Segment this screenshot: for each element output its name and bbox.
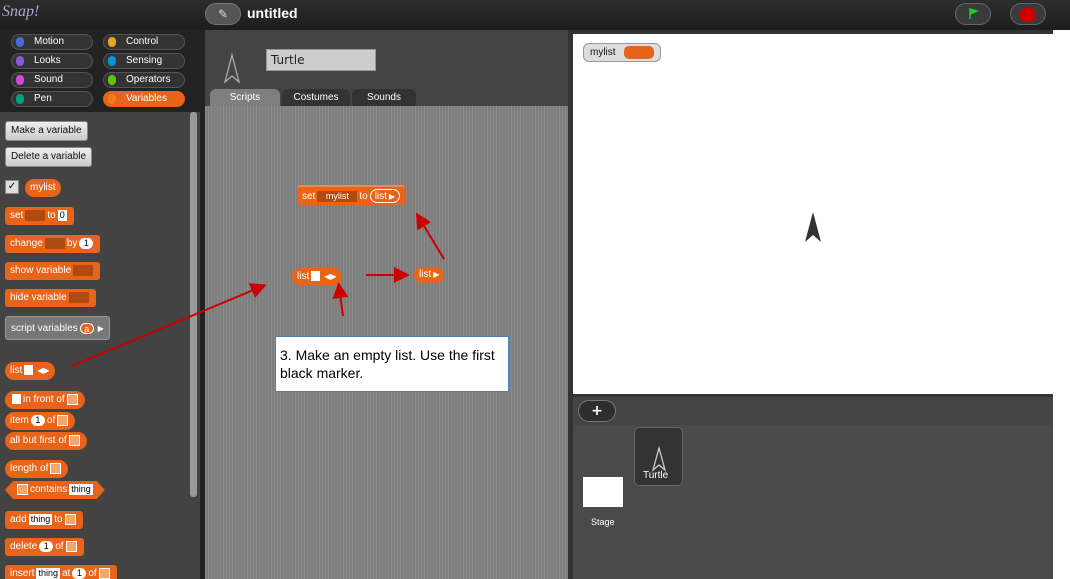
list-reporter-script[interactable]: list ◀▶	[292, 268, 342, 286]
hide-variable-block[interactable]: hide variable	[5, 289, 96, 307]
project-menu-button[interactable]: ✎	[205, 3, 241, 25]
category-motion[interactable]: Motion	[11, 34, 93, 50]
make-variable-button[interactable]: Make a variable	[5, 121, 88, 141]
category-looks[interactable]: Looks	[11, 53, 93, 69]
turtle-icon	[222, 52, 242, 86]
item-of-reporter[interactable]: item 1 of	[5, 412, 76, 430]
script-variables-block[interactable]: script variables a ▶	[5, 316, 110, 340]
show-variable-block[interactable]: show variable	[5, 262, 101, 280]
list-reporter-empty[interactable]: list ▶	[414, 267, 445, 283]
turtle-sprite-icon[interactable]	[803, 211, 823, 243]
category-operators[interactable]: Operators	[103, 72, 185, 88]
add-block[interactable]: add thing to	[5, 511, 83, 529]
right-margin	[1053, 30, 1070, 579]
mylist-reporter[interactable]: mylist	[25, 179, 61, 197]
delete-block[interactable]: delete 1 of	[5, 538, 84, 556]
change-block[interactable]: change by 1	[5, 235, 101, 253]
tab-costumes[interactable]: Costumes	[282, 89, 350, 106]
insert-block[interactable]: insert thing at 1 of	[5, 565, 117, 579]
stage-thumbnail[interactable]	[583, 477, 623, 507]
set-mylist-block[interactable]: set mylist to list ▶	[297, 185, 406, 205]
stop-button[interactable]	[1010, 3, 1046, 25]
all-but-first-reporter[interactable]: all but first of	[5, 432, 87, 450]
set-block[interactable]: set to 0	[5, 207, 74, 225]
in-front-of-reporter[interactable]: in front of	[5, 391, 85, 409]
green-flag-icon	[969, 8, 980, 19]
project-title: untitled	[247, 5, 298, 21]
add-sprite-button[interactable]: +	[578, 400, 616, 422]
tab-sounds[interactable]: Sounds	[352, 89, 416, 106]
mylist-watcher[interactable]: mylist	[583, 43, 661, 62]
tab-scripts[interactable]: Scripts	[210, 89, 280, 106]
snap-logo[interactable]: Snap!	[2, 3, 52, 27]
category-sensing[interactable]: Sensing	[103, 53, 185, 69]
turtle-thumb-icon	[651, 445, 667, 472]
category-pen[interactable]: Pen	[11, 91, 93, 107]
stage-label: Stage	[591, 517, 615, 527]
contains-predicate[interactable]: contains thing	[5, 481, 105, 499]
sprite-name-field[interactable]: Turtle	[266, 49, 376, 71]
sprite-label: Turtle	[643, 470, 669, 481]
length-of-reporter[interactable]: length of	[5, 460, 69, 478]
green-flag-button[interactable]	[955, 3, 991, 25]
corral-bar	[573, 397, 1053, 425]
list-reporter-palette[interactable]: list ◀▶	[5, 362, 55, 380]
delete-variable-button[interactable]: Delete a variable	[5, 147, 93, 167]
instruction-callout: 3. Make an empty list. Use the first bla…	[275, 336, 509, 392]
watcher-value	[624, 46, 654, 59]
palette-scrollbar[interactable]	[190, 112, 197, 497]
category-control[interactable]: Control	[103, 34, 185, 50]
category-panel: Motion Control Looks Sensing Sound Opera…	[0, 30, 200, 112]
stop-icon	[1020, 8, 1036, 22]
top-bar	[0, 0, 1070, 30]
category-variables[interactable]: Variables	[103, 91, 185, 107]
category-sound[interactable]: Sound	[11, 72, 93, 88]
watcher-checkbox[interactable]: ✓	[5, 180, 19, 194]
